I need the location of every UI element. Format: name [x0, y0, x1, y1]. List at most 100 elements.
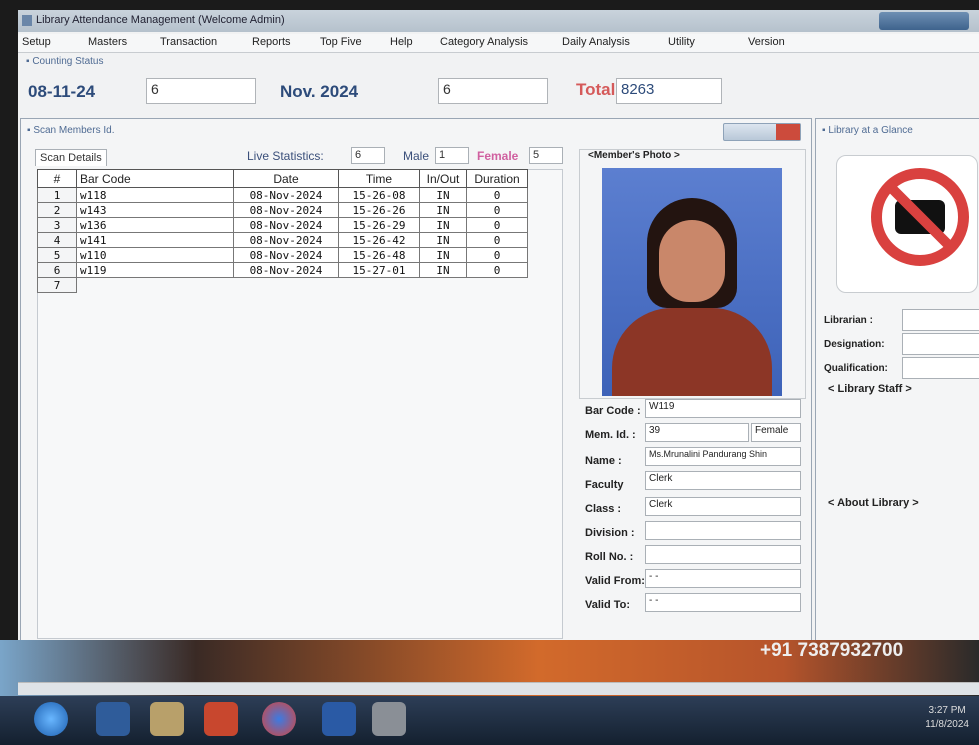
row-index: 4 — [37, 232, 77, 248]
start-button-icon[interactable] — [34, 702, 68, 736]
table-row[interactable]: 1 w118 08-Nov-2024 15-26-08 IN 0 — [37, 187, 528, 203]
male-label: Male — [403, 149, 430, 163]
name-field[interactable]: Ms.Mrunalini Pandurang Shin — [645, 447, 801, 466]
librarian-field[interactable] — [902, 309, 979, 331]
window-controls[interactable] — [879, 12, 969, 30]
class-field[interactable]: Clerk — [645, 497, 801, 516]
col-bar-code[interactable]: Bar Code — [76, 169, 234, 188]
row-new-entry[interactable] — [76, 277, 528, 293]
valid-from-field[interactable]: - - — [645, 569, 801, 588]
panel-window-controls[interactable] — [723, 123, 801, 141]
menu-help[interactable]: Help — [390, 36, 413, 48]
window-title: Library Attendance Management (Welcome A… — [36, 14, 285, 26]
col-in-out[interactable]: In/Out — [419, 169, 467, 188]
bar-code-field[interactable]: W119 — [645, 399, 801, 418]
app-taskbar-icon[interactable] — [372, 702, 406, 736]
row-time: 15-26-26 — [338, 202, 420, 218]
male-value: 1 — [435, 147, 469, 164]
valid-to-label: Valid To: — [585, 599, 631, 611]
row-index: 5 — [37, 247, 77, 263]
faculty-field[interactable]: Clerk — [645, 471, 801, 490]
qualification-field[interactable] — [902, 357, 979, 379]
row-index: 1 — [37, 187, 77, 203]
row-bar-code: w119 — [76, 262, 234, 278]
menu-transaction[interactable]: Transaction — [160, 36, 217, 48]
photo-face — [659, 220, 725, 302]
row-date: 08-Nov-2024 — [233, 232, 339, 248]
qualification-label: Qualification: — [824, 363, 888, 374]
col-time[interactable]: Time — [338, 169, 420, 188]
library-staff-label: < Library Staff > — [828, 383, 912, 395]
row-time: 15-26-29 — [338, 217, 420, 233]
menu-daily-analysis[interactable]: Daily Analysis — [562, 36, 630, 48]
row-index: 3 — [37, 217, 77, 233]
internet-explorer-icon[interactable] — [96, 702, 130, 736]
glance-title: ▪ Library at a Glance — [822, 125, 913, 136]
title-bar: Library Attendance Management (Welcome A… — [18, 10, 979, 32]
row-time: 15-27-01 — [338, 262, 420, 278]
table-row[interactable]: 2 w143 08-Nov-2024 15-26-26 IN 0 — [37, 202, 528, 218]
valid-to-field[interactable]: - - — [645, 593, 801, 612]
row-date: 08-Nov-2024 — [233, 217, 339, 233]
menu-masters[interactable]: Masters — [88, 36, 127, 48]
menu-utility[interactable]: Utility — [668, 36, 695, 48]
row-duration: 0 — [466, 202, 528, 218]
table-row[interactable]: 3 w136 08-Nov-2024 15-26-29 IN 0 — [37, 217, 528, 233]
division-label: Division : — [585, 527, 635, 539]
day-count: 6 — [146, 78, 256, 104]
glance-title-text: Library at a Glance — [828, 125, 913, 136]
faculty-label: Faculty — [585, 479, 624, 491]
row-time: 15-26-42 — [338, 232, 420, 248]
counting-status-header: ▪ Counting Status — [26, 56, 104, 67]
col-index[interactable]: # — [37, 169, 77, 188]
row-in-out: IN — [419, 232, 467, 248]
menu-reports[interactable]: Reports — [252, 36, 291, 48]
col-duration[interactable]: Duration — [466, 169, 528, 188]
taskbar-clock[interactable]: 3:27 PM 11/8/2024 — [925, 704, 969, 732]
scan-table: # Bar Code Date Time In/Out Duration 1 w1… — [37, 169, 528, 293]
row-index: 6 — [37, 262, 77, 278]
about-library-label: < About Library > — [828, 497, 919, 509]
row-duration: 0 — [466, 232, 528, 248]
class-label: Class : — [585, 503, 622, 515]
gender-field[interactable]: Female — [751, 423, 801, 442]
clock-date: 11/8/2024 — [925, 719, 969, 730]
librarian-label: Librarian : — [824, 315, 873, 326]
row-in-out: IN — [419, 202, 467, 218]
row-date: 08-Nov-2024 — [233, 262, 339, 278]
table-row-new[interactable]: 7 — [37, 277, 528, 293]
row-time: 15-26-08 — [338, 187, 420, 203]
member-photo-label: <Member's Photo > — [586, 150, 682, 161]
menu-category-analysis[interactable]: Category Analysis — [440, 36, 528, 48]
menu-setup[interactable]: Setup — [22, 36, 51, 48]
designation-field[interactable] — [902, 333, 979, 355]
chrome-icon[interactable] — [262, 702, 296, 736]
col-date[interactable]: Date — [233, 169, 339, 188]
table-row[interactable]: 5 w110 08-Nov-2024 15-26-48 IN 0 — [37, 247, 528, 263]
month-count: 6 — [438, 78, 548, 104]
horizontal-scrollbar[interactable] — [18, 682, 979, 695]
mem-id-field[interactable]: 39 — [645, 423, 749, 442]
row-bar-code: w143 — [76, 202, 234, 218]
total-value: 8263 — [616, 78, 722, 104]
row-date: 08-Nov-2024 — [233, 247, 339, 263]
live-statistics-value: 6 — [351, 147, 385, 164]
menu-version[interactable]: Version — [748, 36, 785, 48]
row-in-out: IN — [419, 187, 467, 203]
close-icon[interactable] — [776, 124, 800, 140]
folder-icon[interactable] — [150, 702, 184, 736]
roll-no-field[interactable] — [645, 545, 801, 564]
table-row[interactable]: 4 w141 08-Nov-2024 15-26-42 IN 0 — [37, 232, 528, 248]
table-row[interactable]: 6 w119 08-Nov-2024 15-27-01 IN 0 — [37, 262, 528, 278]
media-player-icon[interactable] — [204, 702, 238, 736]
word-icon[interactable] — [322, 702, 356, 736]
row-in-out: IN — [419, 262, 467, 278]
row-date: 08-Nov-2024 — [233, 202, 339, 218]
month-label: Nov. 2024 — [280, 82, 359, 101]
valid-from-label: Valid From: — [585, 575, 645, 587]
menu-top-five[interactable]: Top Five — [320, 36, 362, 48]
division-field[interactable] — [645, 521, 801, 540]
desktop-phone-number: +91 7387932700 — [760, 640, 904, 661]
tab-scan-details[interactable]: Scan Details — [35, 149, 107, 166]
row-time: 15-26-48 — [338, 247, 420, 263]
